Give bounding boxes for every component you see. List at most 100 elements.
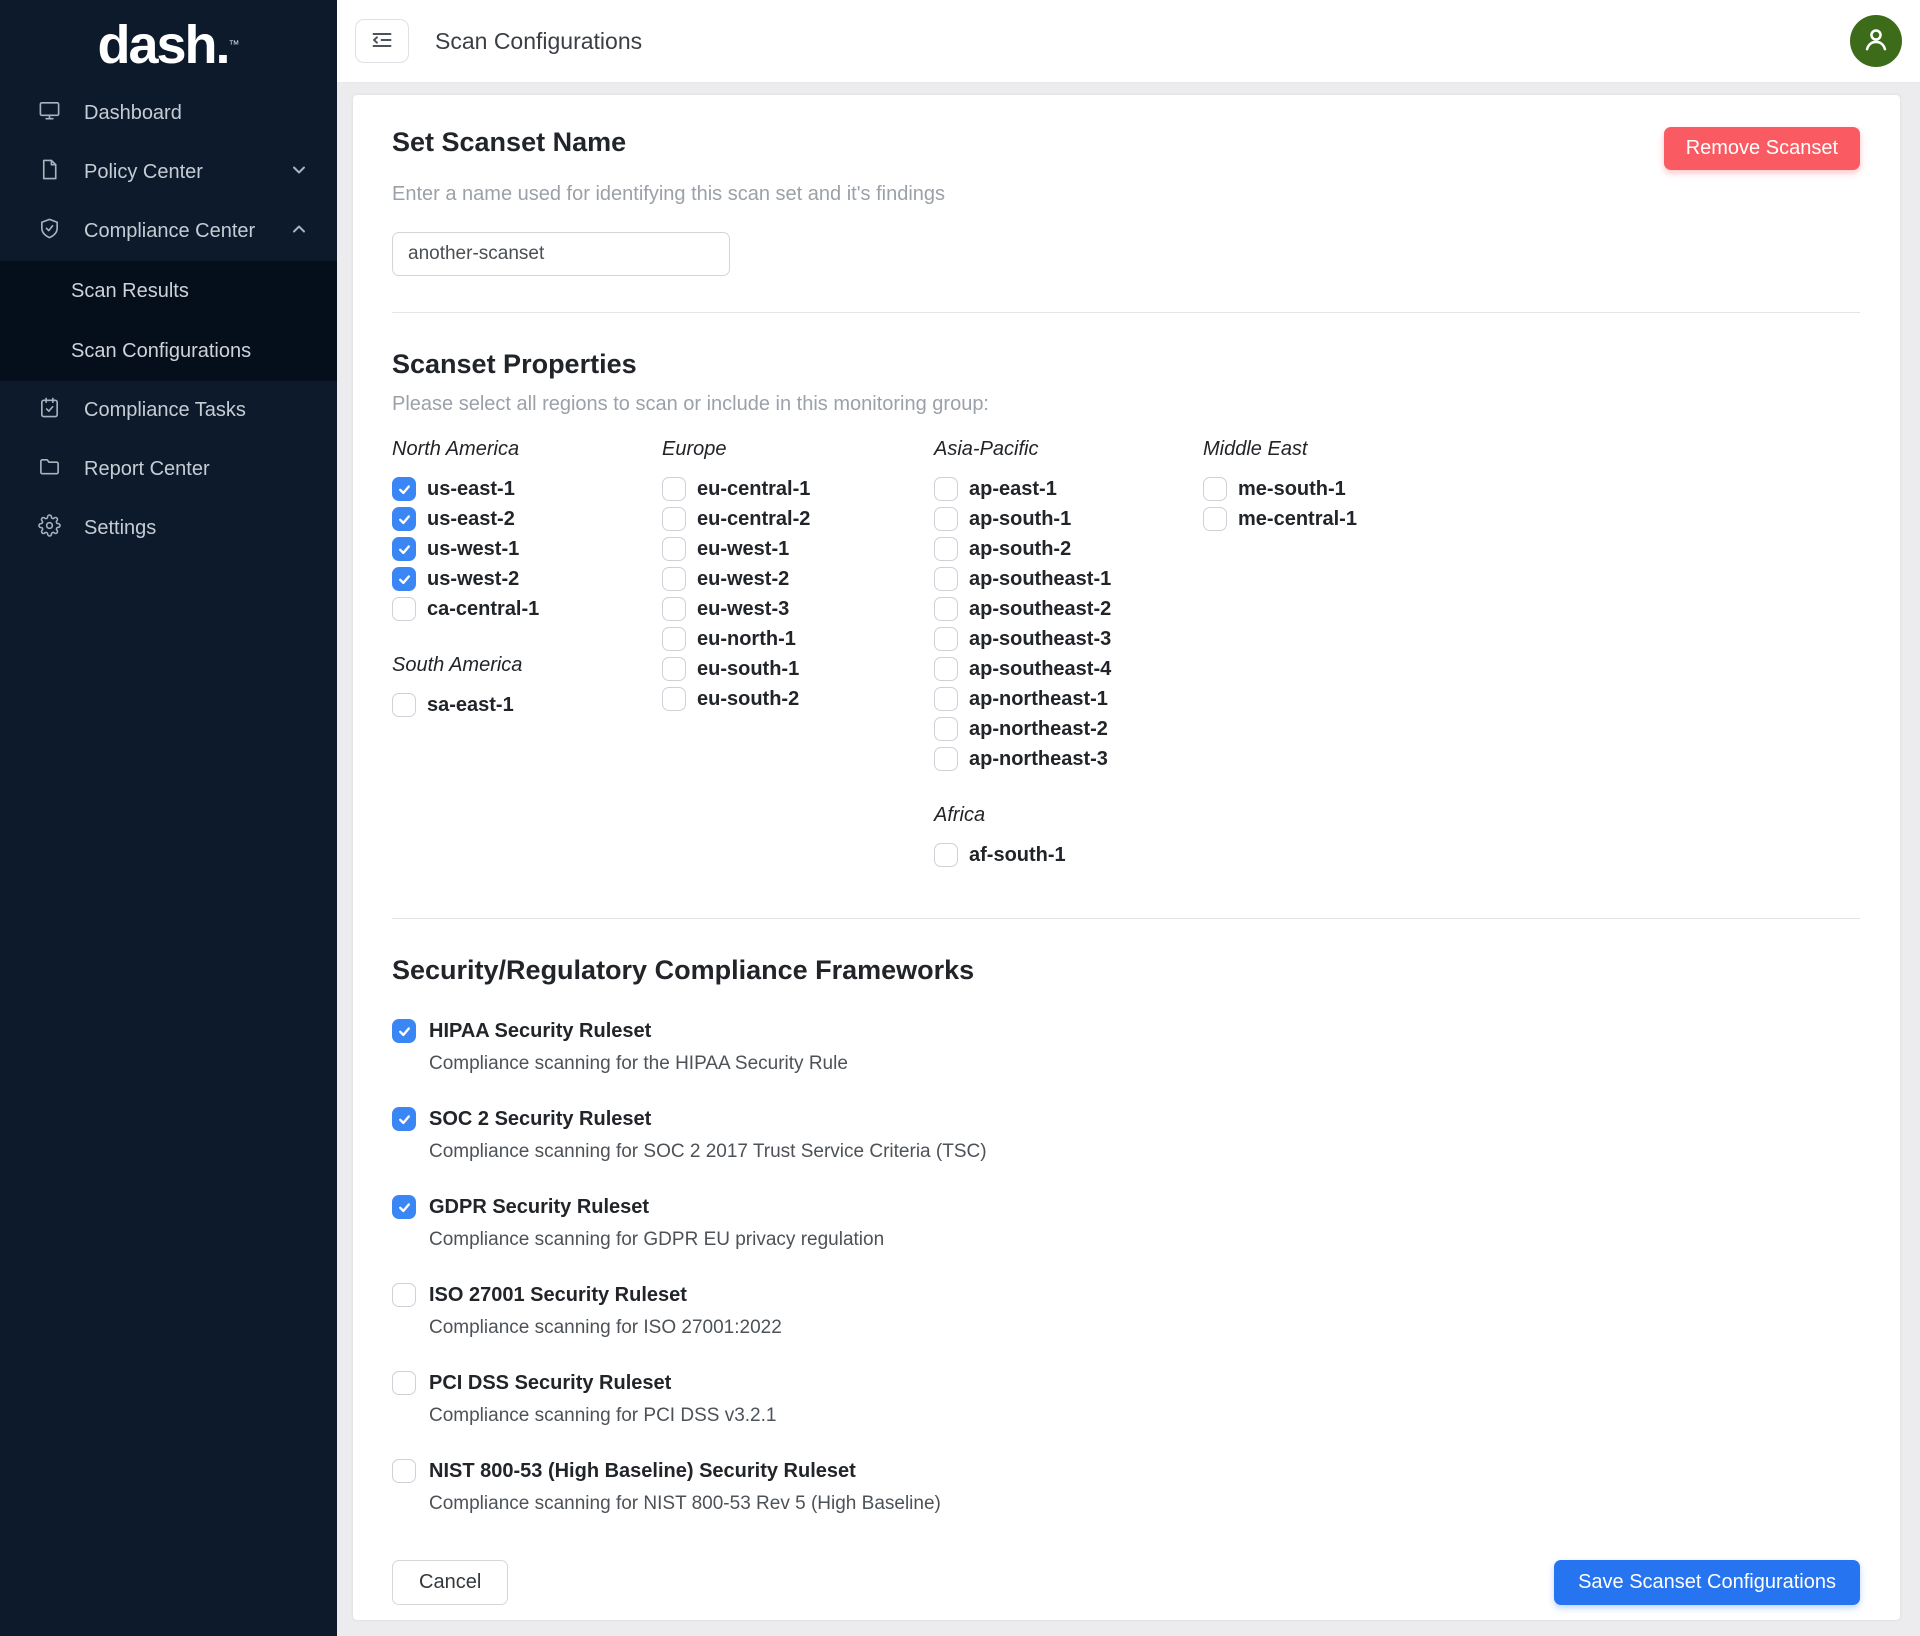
region-option-ap-east-1[interactable]: ap-east-1	[934, 474, 1203, 504]
region-option-af-south-1[interactable]: af-south-1	[934, 840, 1203, 870]
checkbox-ap-southeast-4[interactable]	[934, 657, 958, 681]
region-label: us-west-2	[427, 568, 519, 591]
region-option-ap-southeast-1[interactable]: ap-southeast-1	[934, 564, 1203, 594]
sidebar-item-scan-results[interactable]: Scan Results	[0, 261, 337, 321]
checkbox-us-east-1[interactable]	[392, 477, 416, 501]
checkbox-framework[interactable]	[392, 1371, 416, 1395]
region-label: ap-east-1	[969, 478, 1057, 501]
checkbox-us-west-1[interactable]	[392, 537, 416, 561]
sidebar-item-report-center[interactable]: Report Center	[0, 440, 337, 499]
checkbox-us-east-2[interactable]	[392, 507, 416, 531]
region-label: ap-southeast-1	[969, 568, 1111, 591]
sidebar-item-policy-center[interactable]: Policy Center	[0, 143, 337, 202]
framework-title[interactable]: GDPR Security Ruleset	[429, 1194, 884, 1220]
sidebar-item-label: Settings	[84, 517, 156, 540]
region-option-me-central-1[interactable]: me-central-1	[1203, 504, 1357, 534]
region-option-us-east-2[interactable]: us-east-2	[392, 504, 662, 534]
region-option-eu-west-3[interactable]: eu-west-3	[662, 594, 934, 624]
region-label: af-south-1	[969, 844, 1066, 867]
framework-text: HIPAA Security Ruleset Compliance scannin…	[429, 1018, 848, 1076]
framework-description: Compliance scanning for the HIPAA Securi…	[429, 1051, 848, 1076]
checkbox-framework[interactable]	[392, 1019, 416, 1043]
region-option-eu-west-1[interactable]: eu-west-1	[662, 534, 934, 564]
checkbox-framework[interactable]	[392, 1195, 416, 1219]
checkbox-framework[interactable]	[392, 1283, 416, 1307]
checkbox-ap-northeast-1[interactable]	[934, 687, 958, 711]
checkbox-af-south-1[interactable]	[934, 843, 958, 867]
checkbox-sa-east-1[interactable]	[392, 693, 416, 717]
checkbox-eu-west-3[interactable]	[662, 597, 686, 621]
region-option-ap-northeast-3[interactable]: ap-northeast-3	[934, 744, 1203, 774]
checkbox-eu-north-1[interactable]	[662, 627, 686, 651]
logo: dash.™	[0, 0, 337, 84]
region-option-us-west-2[interactable]: us-west-2	[392, 564, 662, 594]
sidebar-item-compliance-tasks[interactable]: Compliance Tasks	[0, 381, 337, 440]
checkbox-ca-central-1[interactable]	[392, 597, 416, 621]
framework-title[interactable]: PCI DSS Security Ruleset	[429, 1370, 776, 1396]
framework-text: GDPR Security RulesetCompliance scanning…	[429, 1194, 884, 1252]
region-option-ap-southeast-4[interactable]: ap-southeast-4	[934, 654, 1203, 684]
sidebar-item-settings[interactable]: Settings	[0, 499, 337, 558]
checkbox-eu-west-1[interactable]	[662, 537, 686, 561]
sidebar-item-scan-configurations[interactable]: Scan Configurations	[0, 321, 337, 381]
checkbox-ap-east-1[interactable]	[934, 477, 958, 501]
framework-title[interactable]: ISO 27001 Security Ruleset	[429, 1282, 782, 1308]
app-root: dash.™ Dashboard Policy Center	[0, 0, 1920, 1636]
region-option-ca-central-1[interactable]: ca-central-1	[392, 594, 662, 624]
save-scanset-button[interactable]: Save Scanset Configurations	[1554, 1560, 1860, 1605]
sidebar-item-dashboard[interactable]: Dashboard	[0, 84, 337, 143]
form-actions: Cancel Save Scanset Configurations	[392, 1560, 1860, 1605]
checkbox-ap-northeast-2[interactable]	[934, 717, 958, 741]
region-option-ap-south-1[interactable]: ap-south-1	[934, 504, 1203, 534]
page-title: Scan Configurations	[435, 28, 642, 55]
checkbox-me-central-1[interactable]	[1203, 507, 1227, 531]
checkbox-eu-central-2[interactable]	[662, 507, 686, 531]
region-option-ap-northeast-2[interactable]: ap-northeast-2	[934, 714, 1203, 744]
region-option-sa-east-1[interactable]: sa-east-1	[392, 690, 662, 720]
checkbox-us-west-2[interactable]	[392, 567, 416, 591]
region-option-ap-northeast-1[interactable]: ap-northeast-1	[934, 684, 1203, 714]
region-option-us-east-1[interactable]: us-east-1	[392, 474, 662, 504]
region-option-ap-southeast-2[interactable]: ap-southeast-2	[934, 594, 1203, 624]
cancel-button[interactable]: Cancel	[392, 1560, 508, 1605]
region-label: ap-southeast-4	[969, 658, 1111, 681]
region-option-eu-central-1[interactable]: eu-central-1	[662, 474, 934, 504]
region-option-eu-central-2[interactable]: eu-central-2	[662, 504, 934, 534]
checkbox-eu-central-1[interactable]	[662, 477, 686, 501]
checkbox-framework[interactable]	[392, 1459, 416, 1483]
outdent-menu-icon	[370, 28, 394, 55]
top-bar: Scan Configurations	[337, 0, 1920, 83]
region-option-eu-west-2[interactable]: eu-west-2	[662, 564, 934, 594]
region-group-name: Middle East	[1203, 438, 1357, 461]
sidebar-item-compliance-center[interactable]: Compliance Center	[0, 202, 337, 261]
region-option-eu-south-1[interactable]: eu-south-1	[662, 654, 934, 684]
checkbox-eu-west-2[interactable]	[662, 567, 686, 591]
sidebar-toggle-button[interactable]	[355, 19, 409, 63]
region-option-eu-south-2[interactable]: eu-south-2	[662, 684, 934, 714]
region-option-me-south-1[interactable]: me-south-1	[1203, 474, 1357, 504]
sidebar-item-label: Scan Configurations	[71, 340, 251, 363]
checkbox-ap-southeast-1[interactable]	[934, 567, 958, 591]
checkbox-me-south-1[interactable]	[1203, 477, 1227, 501]
checkbox-ap-south-2[interactable]	[934, 537, 958, 561]
checkbox-ap-south-1[interactable]	[934, 507, 958, 531]
framework-title[interactable]: HIPAA Security Ruleset	[429, 1018, 848, 1044]
framework-text: NIST 800-53 (High Baseline) Security Rul…	[429, 1458, 941, 1516]
checkbox-eu-south-2[interactable]	[662, 687, 686, 711]
checkbox-ap-northeast-3[interactable]	[934, 747, 958, 771]
region-label: eu-west-2	[697, 568, 789, 591]
framework-title[interactable]: NIST 800-53 (High Baseline) Security Rul…	[429, 1458, 941, 1484]
region-option-ap-southeast-3[interactable]: ap-southeast-3	[934, 624, 1203, 654]
remove-scanset-button[interactable]: Remove Scanset	[1664, 127, 1860, 170]
checkbox-ap-southeast-3[interactable]	[934, 627, 958, 651]
region-option-ap-south-2[interactable]: ap-south-2	[934, 534, 1203, 564]
checkbox-framework[interactable]	[392, 1107, 416, 1131]
region-option-eu-north-1[interactable]: eu-north-1	[662, 624, 934, 654]
scanset-name-input[interactable]	[392, 232, 730, 276]
user-avatar[interactable]	[1850, 15, 1902, 67]
checkbox-ap-southeast-2[interactable]	[934, 597, 958, 621]
framework-title[interactable]: SOC 2 Security Ruleset	[429, 1106, 987, 1132]
scanset-name-heading: Set Scanset Name	[392, 127, 626, 158]
checkbox-eu-south-1[interactable]	[662, 657, 686, 681]
region-option-us-west-1[interactable]: us-west-1	[392, 534, 662, 564]
